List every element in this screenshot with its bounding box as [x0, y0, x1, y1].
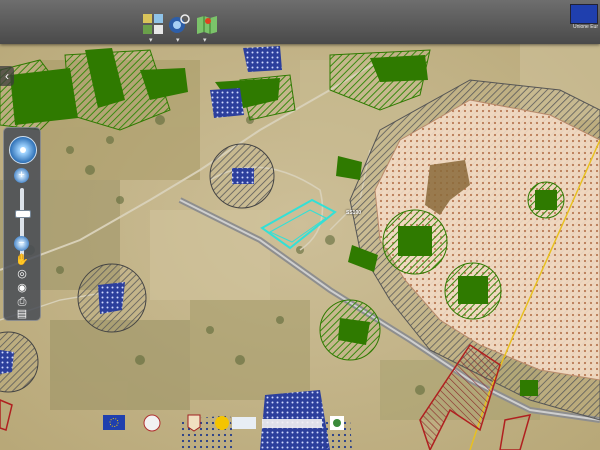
zoom-in-button[interactable]: + — [14, 168, 29, 183]
layers-button[interactable] — [141, 12, 165, 36]
road-label: SS100 — [346, 210, 362, 216]
sun-logo — [215, 416, 229, 430]
eu-flag-icon — [570, 4, 598, 24]
map-icon — [197, 16, 217, 34]
pan-center-icon — [20, 147, 26, 153]
print-icon[interactable]: ⎙ — [14, 296, 30, 308]
navigation-panel: + − ✋ ◎ ◉ ⎙ ▤ — [3, 127, 41, 321]
layers-icon — [143, 14, 163, 34]
overlay-button[interactable] — [167, 12, 191, 36]
zoom-out-button[interactable]: − — [14, 236, 29, 251]
map-canvas[interactable] — [0, 0, 600, 450]
globe-search-icon — [169, 14, 190, 33]
measure-icon[interactable]: ◉ — [14, 282, 30, 294]
layers-caret-icon[interactable]: ▾ — [149, 37, 153, 44]
identify-icon[interactable]: ◎ — [14, 268, 30, 280]
basemap-caret-icon[interactable]: ▾ — [203, 37, 207, 44]
region-seal-logo — [143, 414, 161, 432]
pan-hand-icon[interactable]: ✋ — [14, 254, 30, 266]
table-icon[interactable]: ▤ — [14, 308, 30, 320]
text-logo — [232, 417, 322, 429]
collapse-panel-button[interactable]: ‹ — [0, 66, 14, 86]
zoom-slider-thumb[interactable] — [15, 210, 31, 219]
province-logo — [187, 414, 201, 432]
eu-label: Unione Eur — [572, 24, 598, 30]
overlay-caret-icon[interactable]: ▾ — [176, 37, 180, 44]
eu-flag-logo — [103, 415, 125, 430]
top-toolbar: ▾ ▾ ▾ Unione Eur — [0, 0, 600, 44]
pan-control[interactable] — [9, 136, 37, 164]
interreg-logo — [330, 416, 344, 430]
basemap-button[interactable] — [195, 12, 219, 36]
